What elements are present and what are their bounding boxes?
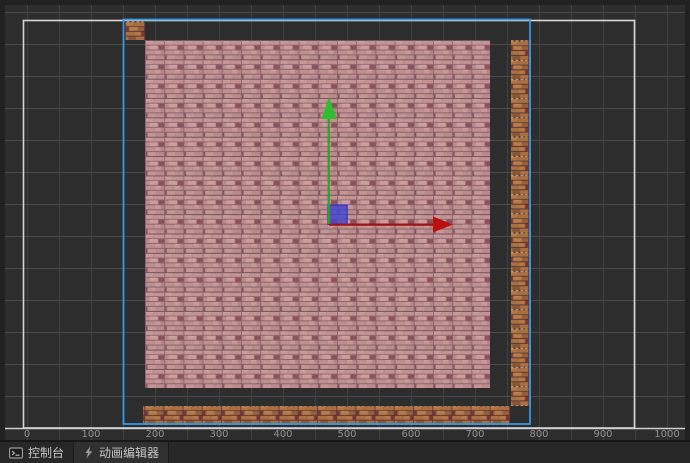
tab-console[interactable]: 控制台: [0, 442, 73, 463]
ruler-label: 700: [465, 429, 485, 440]
tab-animation-editor[interactable]: 动画编辑器: [73, 442, 170, 463]
tab-animation-editor-label: 动画编辑器: [99, 446, 160, 460]
window-edge-right: [685, 0, 690, 440]
ruler-label: 200: [145, 429, 165, 440]
bottom-panel-tabbar: 控制台 动画编辑器: [0, 440, 690, 463]
ruler-label: 800: [529, 429, 549, 440]
tilemap-brown-corner-tile[interactable]: [125, 21, 145, 40]
console-icon: [9, 446, 23, 459]
ruler-label: 0: [23, 429, 31, 440]
ruler-label: 1000: [654, 429, 680, 440]
tab-console-label: 控制台: [28, 446, 65, 460]
tilemap-brown-row[interactable]: [143, 406, 510, 425]
window-edge-left: [0, 0, 5, 440]
scene-canvas[interactable]: 0 100 200 300 400 500 600 700 800 900 1000: [0, 0, 690, 440]
selected-node[interactable]: [327, 204, 348, 225]
ruler-label: 500: [337, 429, 357, 440]
ruler-label: 300: [209, 429, 229, 440]
ruler-label: 100: [81, 429, 101, 440]
ruler-label: 900: [593, 429, 613, 440]
tilemap-brown-column[interactable]: [511, 40, 531, 406]
ruler-label: 600: [401, 429, 421, 440]
scene-view: [0, 0, 690, 440]
tilemap-pink-wall[interactable]: [145, 40, 490, 388]
ruler-label: 400: [273, 429, 293, 440]
scene-editor-window: 0 100 200 300 400 500 600 700 800 900 1000 控制台 动画编…: [0, 0, 690, 463]
animation-icon: [83, 446, 94, 459]
window-edge-top: [0, 0, 690, 5]
